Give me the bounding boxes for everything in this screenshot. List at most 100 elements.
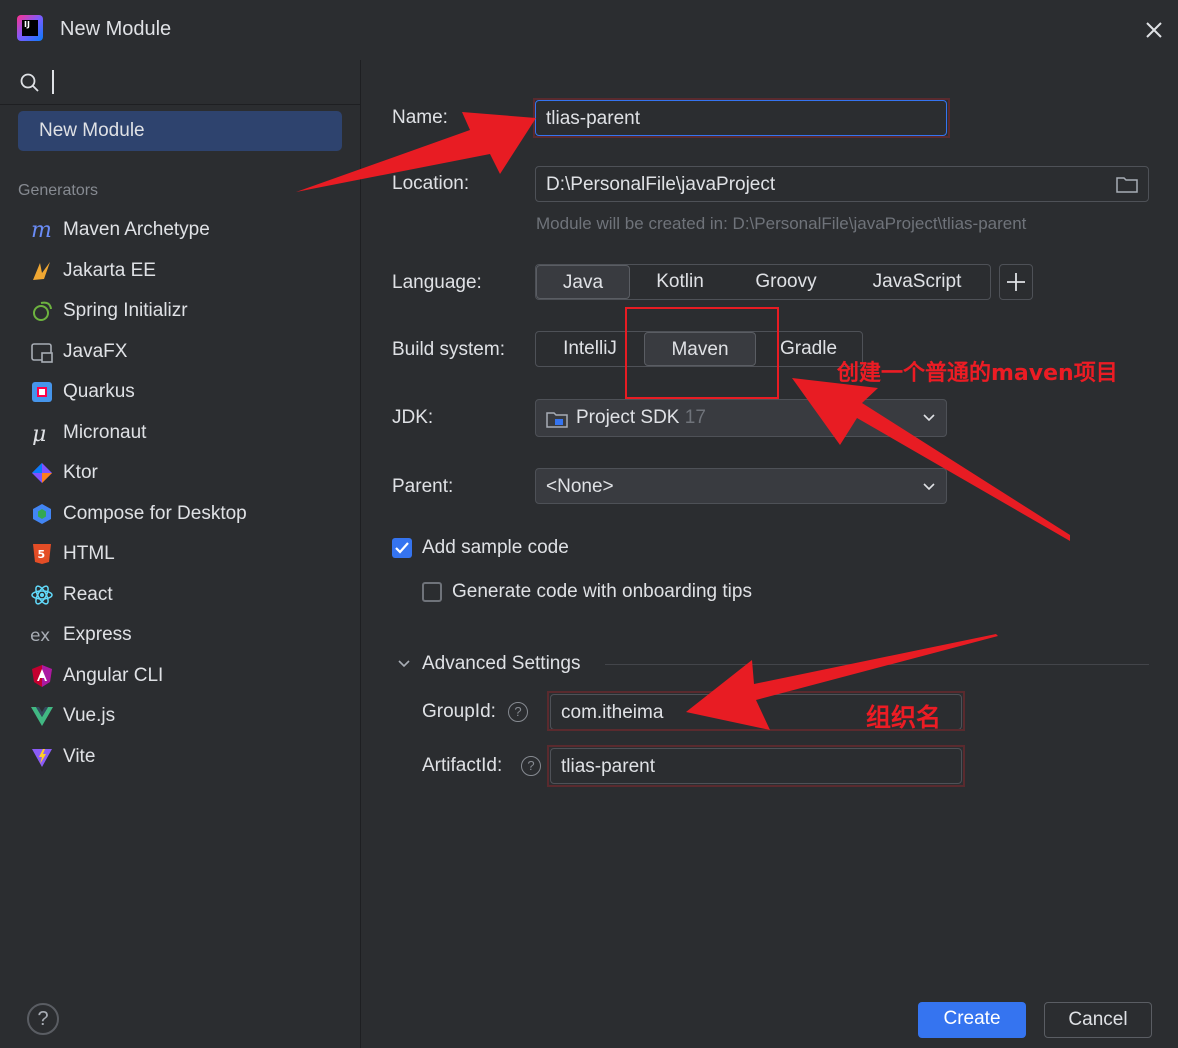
jdk-version: 17 [684, 407, 706, 428]
parent-value: <None> [546, 476, 614, 497]
sidebar-item-label: Spring Initializr [63, 300, 188, 321]
text-caret [52, 70, 54, 94]
react-icon [31, 585, 53, 605]
html5-icon: 5 [33, 544, 51, 564]
onboarding-tips-checkbox[interactable] [422, 582, 442, 602]
location-field[interactable]: D:\PersonalFile\javaProject [535, 166, 1149, 202]
sidebar-item-label: Angular CLI [63, 665, 164, 686]
vite-icon [32, 749, 52, 767]
checkmark-icon [395, 542, 409, 554]
sidebar-item-html[interactable]: 5 HTML [18, 536, 342, 572]
micronaut-icon: μ [32, 422, 46, 445]
sidebar-item-label: Jakarta EE [63, 260, 156, 281]
sidebar-item-label: Vue.js [63, 705, 116, 726]
ktor-icon [32, 463, 52, 483]
plus-icon [1007, 273, 1025, 291]
sidebar-item-label: JavaFX [63, 341, 128, 362]
onboarding-tips-label[interactable]: Generate code with onboarding tips [452, 581, 752, 603]
spring-icon [33, 301, 52, 321]
sidebar-item-label: Express [63, 624, 132, 645]
svg-text:5: 5 [38, 548, 46, 561]
advanced-settings-toggle[interactable]: Advanced Settings [422, 653, 580, 675]
sidebar-item-label: Vite [63, 746, 96, 767]
chevron-down-icon[interactable] [397, 658, 411, 670]
help-button[interactable]: ? [27, 1003, 59, 1035]
maven-highlight-box [625, 307, 779, 399]
sidebar-item-angular-cli[interactable]: Angular CLI [18, 658, 342, 694]
chevron-down-icon [923, 414, 935, 422]
sidebar-item-label: React [63, 584, 113, 605]
create-button[interactable]: Create [918, 1002, 1026, 1038]
express-icon: ex [30, 626, 50, 646]
jdk-name: Project SDK [576, 407, 680, 428]
folder-icon[interactable] [1116, 175, 1138, 193]
settings-panel: Name: tlias-parent Location: D:\Personal… [361, 60, 1178, 1048]
vue-icon [31, 707, 53, 726]
location-value: D:\PersonalFile\javaProject [546, 174, 776, 195]
jdk-value: Project SDK 17 [576, 407, 706, 429]
add-sample-code-checkbox[interactable] [392, 538, 412, 558]
maven-annotation: 创建一个普通的maven项目 [837, 361, 1118, 386]
cancel-button[interactable]: Cancel [1044, 1002, 1152, 1038]
svg-text:m: m [31, 218, 52, 242]
help-question-icon[interactable]: ? [521, 756, 541, 776]
sidebar-item-react[interactable]: React [18, 577, 342, 613]
sidebar-item-spring-initializr[interactable]: Spring Initializr [18, 293, 342, 329]
jdk-dropdown[interactable]: Project SDK 17 [535, 399, 947, 437]
javafx-icon [31, 343, 53, 363]
sidebar-item-new-module[interactable]: New Module [18, 111, 342, 151]
sidebar-item-jakarta-ee[interactable]: Jakarta EE [18, 253, 342, 289]
name-highlight-box [533, 98, 950, 138]
sidebar-item-label: Quarkus [63, 381, 135, 402]
parent-dropdown[interactable]: <None> [535, 468, 947, 504]
groupid-annotation: 组织名 [866, 703, 942, 732]
groupid-label: GroupId: [422, 701, 496, 722]
svg-text:μ: μ [32, 422, 46, 445]
sidebar-item-label: Compose for Desktop [63, 503, 247, 524]
sidebar-item-label: HTML [63, 543, 115, 564]
location-label: Location: [392, 173, 470, 194]
quarkus-icon [32, 382, 52, 402]
search-icon [20, 73, 39, 92]
language-label: Language: [392, 272, 482, 293]
jakarta-ee-icon [33, 262, 50, 280]
sidebar-item-express[interactable]: ex Express [18, 617, 342, 653]
artifactid-highlight-box [547, 745, 965, 787]
search-field[interactable] [0, 60, 360, 105]
language-option-kotlin[interactable]: Kotlin [630, 265, 730, 299]
sidebar-item-micronaut[interactable]: μ Micronaut [18, 415, 342, 451]
sdk-folder-icon [546, 412, 568, 428]
parent-label: Parent: [392, 476, 454, 497]
language-selector: Java Kotlin Groovy JavaScript [535, 264, 991, 300]
chevron-down-icon [923, 483, 935, 491]
artifactid-label: ArtifactId: [422, 755, 503, 776]
sidebar-item-label: Maven Archetype [63, 219, 210, 240]
intellij-logo-icon: IJ [17, 15, 43, 41]
language-option-java[interactable]: Java [536, 265, 630, 299]
name-label: Name: [392, 107, 448, 128]
sidebar-item-vuejs[interactable]: Vue.js [18, 698, 342, 734]
language-option-javascript[interactable]: JavaScript [842, 265, 992, 299]
language-option-groovy[interactable]: Groovy [730, 265, 842, 299]
build-system-label: Build system: [392, 339, 505, 360]
sidebar-item-javafx[interactable]: JavaFX [18, 334, 342, 370]
sidebar-item-maven-archetype[interactable]: m Maven Archetype [18, 212, 342, 248]
close-icon[interactable] [1142, 18, 1166, 42]
window-title: New Module [60, 18, 172, 40]
jdk-label: JDK: [392, 407, 434, 428]
angular-icon [32, 665, 52, 687]
sidebar-item-quarkus[interactable]: Quarkus [18, 374, 342, 410]
sidebar-item-vite[interactable]: Vite [18, 739, 342, 775]
sidebar-item-compose-for-desktop[interactable]: Compose for Desktop [18, 496, 342, 532]
svg-text:ex: ex [30, 626, 50, 646]
sidebar-item-ktor[interactable]: Ktor [18, 455, 342, 491]
sidebar-item-label: Micronaut [63, 422, 147, 443]
add-language-button[interactable] [999, 264, 1033, 300]
sidebar-item-label: Ktor [63, 462, 98, 483]
title-bar: IJ New Module [0, 0, 1178, 60]
compose-icon [33, 504, 51, 524]
help-question-icon[interactable]: ? [508, 702, 528, 722]
advanced-separator [605, 664, 1149, 665]
add-sample-code-label[interactable]: Add sample code [422, 537, 569, 559]
sidebar: New Module Generators m Maven Archetype … [0, 60, 361, 1048]
